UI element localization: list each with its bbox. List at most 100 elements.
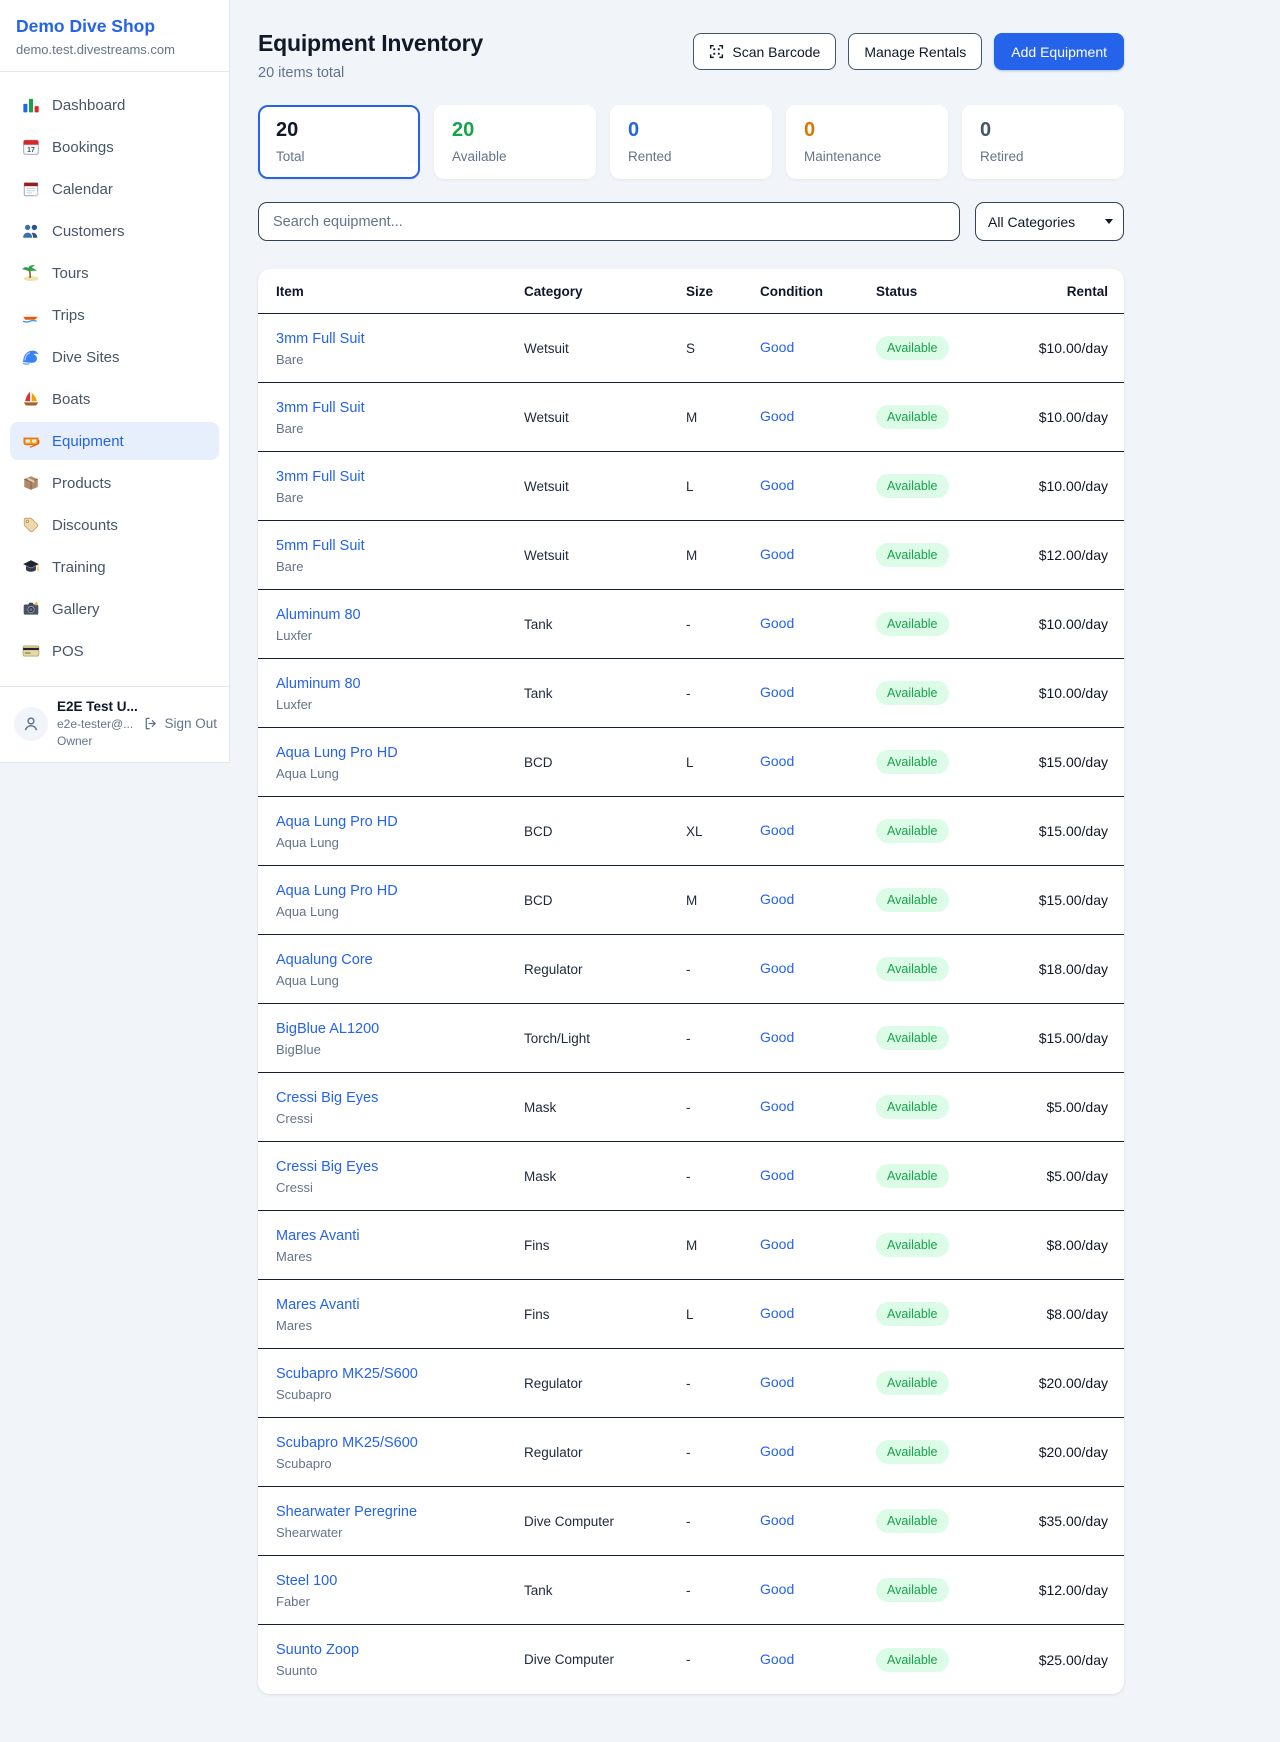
condition-link[interactable]: Good	[760, 753, 794, 769]
item-name-link[interactable]: Aqualung Core	[276, 952, 373, 968]
item-name-link[interactable]: Suunto Zoop	[276, 1642, 359, 1658]
sidebar-item-bookings[interactable]: 17 Bookings	[10, 128, 219, 166]
calendar-17-icon: 17	[22, 138, 40, 156]
condition-link[interactable]: Good	[760, 1512, 794, 1528]
sidebar-item-training[interactable]: Training	[10, 548, 219, 586]
condition-link[interactable]: Good	[760, 546, 794, 562]
stat-label: Retired	[980, 149, 1106, 164]
condition-link[interactable]: Good	[760, 1443, 794, 1459]
item-name-link[interactable]: 5mm Full Suit	[276, 538, 365, 554]
sidebar-item-dashboard[interactable]: Dashboard	[10, 86, 219, 124]
status-badge: Available	[876, 1509, 949, 1533]
sidebar-item-trips[interactable]: Trips	[10, 296, 219, 334]
item-name-link[interactable]: Shearwater Peregrine	[276, 1504, 417, 1520]
stat-card-available[interactable]: 20 Available	[434, 105, 596, 179]
scan-barcode-button[interactable]: Scan Barcode	[693, 33, 836, 70]
cell-size: -	[686, 1514, 760, 1529]
cell-size: M	[686, 410, 760, 425]
stat-card-maintenance[interactable]: 0 Maintenance	[786, 105, 948, 179]
island-icon	[22, 264, 40, 282]
item-name-link[interactable]: Scubapro MK25/S600	[276, 1366, 418, 1382]
table-row: Steel 100 Faber Tank - Good Available $1…	[258, 1556, 1124, 1625]
cell-category: Tank	[524, 617, 686, 632]
sidebar-item-boats[interactable]: Boats	[10, 380, 219, 418]
condition-link[interactable]: Good	[760, 1374, 794, 1390]
item-name-link[interactable]: BigBlue AL1200	[276, 1021, 379, 1037]
item-name-link[interactable]: 3mm Full Suit	[276, 469, 365, 485]
brand[interactable]: Demo Dive Shop	[16, 16, 213, 37]
dive-mask-icon	[22, 432, 40, 450]
sidebar-item-customers[interactable]: Customers	[10, 212, 219, 250]
search-input[interactable]	[258, 202, 960, 241]
item-name-link[interactable]: Aluminum 80	[276, 676, 361, 692]
condition-link[interactable]: Good	[760, 1581, 794, 1597]
category-select[interactable]: All Categories	[975, 202, 1124, 241]
item-name-link[interactable]: Aqua Lung Pro HD	[276, 814, 398, 830]
stat-value: 0	[628, 119, 754, 142]
item-brand: Cressi	[276, 1180, 524, 1195]
cell-rental: $10.00/day	[1018, 340, 1108, 356]
condition-link[interactable]: Good	[760, 408, 794, 424]
stat-card-rented[interactable]: 0 Rented	[610, 105, 772, 179]
condition-link[interactable]: Good	[760, 1236, 794, 1252]
item-name-link[interactable]: Cressi Big Eyes	[276, 1090, 378, 1106]
cell-size: -	[686, 1583, 760, 1598]
item-brand: Suunto	[276, 1663, 524, 1678]
cell-rental: $15.00/day	[1018, 892, 1108, 908]
sidebar-item-equipment[interactable]: Equipment	[10, 422, 219, 460]
sidebar-item-calendar[interactable]: Calendar	[10, 170, 219, 208]
item-name-link[interactable]: Aqua Lung Pro HD	[276, 883, 398, 899]
item-name-link[interactable]: Cressi Big Eyes	[276, 1159, 378, 1175]
cell-rental: $20.00/day	[1018, 1375, 1108, 1391]
stat-card-retired[interactable]: 0 Retired	[962, 105, 1124, 179]
item-name-link[interactable]: Aqua Lung Pro HD	[276, 745, 398, 761]
status-badge: Available	[876, 543, 949, 567]
cell-category: Dive Computer	[524, 1514, 686, 1529]
condition-link[interactable]: Good	[760, 1305, 794, 1321]
item-name-link[interactable]: 3mm Full Suit	[276, 331, 365, 347]
item-brand: Bare	[276, 490, 524, 505]
condition-link[interactable]: Good	[760, 477, 794, 493]
item-name-link[interactable]: Scubapro MK25/S600	[276, 1435, 418, 1451]
status-badge: Available	[876, 1648, 949, 1672]
item-name-link[interactable]: Mares Avanti	[276, 1297, 360, 1313]
add-equipment-button[interactable]: Add Equipment	[994, 33, 1124, 70]
condition-link[interactable]: Good	[760, 1098, 794, 1114]
cell-rental: $10.00/day	[1018, 478, 1108, 494]
condition-link[interactable]: Good	[760, 684, 794, 700]
cell-rental: $12.00/day	[1018, 547, 1108, 563]
item-brand: Mares	[276, 1318, 524, 1333]
sidebar-item-gallery[interactable]: Gallery	[10, 590, 219, 628]
sidebar-item-tours[interactable]: Tours	[10, 254, 219, 292]
tag-icon	[22, 516, 40, 534]
stat-label: Rented	[628, 149, 754, 164]
wave-icon	[22, 348, 40, 366]
manage-rentals-button[interactable]: Manage Rentals	[848, 33, 982, 70]
status-badge: Available	[876, 405, 949, 429]
item-name-link[interactable]: Steel 100	[276, 1573, 337, 1589]
cell-category: Wetsuit	[524, 410, 686, 425]
cell-rental: $5.00/day	[1018, 1099, 1108, 1115]
grad-cap-icon	[22, 558, 40, 576]
condition-link[interactable]: Good	[760, 822, 794, 838]
condition-link[interactable]: Good	[760, 339, 794, 355]
stat-card-total[interactable]: 20 Total	[258, 105, 420, 179]
item-name-link[interactable]: 3mm Full Suit	[276, 400, 365, 416]
sidebar-item-discounts[interactable]: Discounts	[10, 506, 219, 544]
condition-link[interactable]: Good	[760, 1029, 794, 1045]
sidebar-item-products[interactable]: Products	[10, 464, 219, 502]
condition-link[interactable]: Good	[760, 891, 794, 907]
condition-link[interactable]: Good	[760, 960, 794, 976]
sidebar-item-pos[interactable]: POS	[10, 632, 219, 670]
table-row: Mares Avanti Mares Fins M Good Available…	[258, 1211, 1124, 1280]
sidebar-item-dive-sites[interactable]: Dive Sites	[10, 338, 219, 376]
page: Demo Dive Shop demo.test.divestreams.com…	[0, 0, 1280, 1726]
item-name-link[interactable]: Mares Avanti	[276, 1228, 360, 1244]
sign-out-button[interactable]: Sign Out	[143, 716, 217, 731]
item-brand: Aqua Lung	[276, 904, 524, 919]
column-header-rental: Rental	[1018, 284, 1108, 299]
condition-link[interactable]: Good	[760, 1167, 794, 1183]
condition-link[interactable]: Good	[760, 615, 794, 631]
item-name-link[interactable]: Aluminum 80	[276, 607, 361, 623]
condition-link[interactable]: Good	[760, 1651, 794, 1667]
